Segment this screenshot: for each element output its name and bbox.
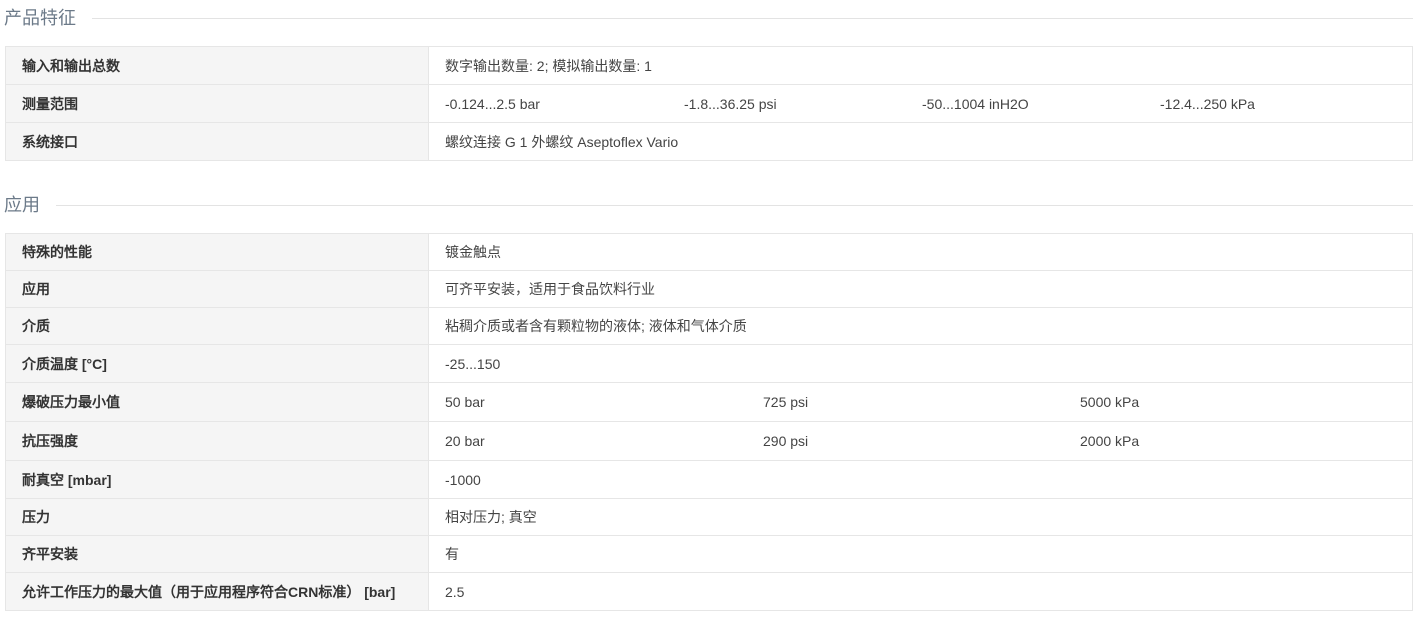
row-value: -1000	[429, 461, 1412, 498]
table-row: 允许工作压力的最大值（用于应用程序符合CRN标准） [bar] 2.5	[6, 573, 1412, 611]
row-value: 2.5	[429, 573, 1412, 610]
features-table: 输入和输出总数 数字输出数量: 2; 模拟输出数量: 1 测量范围 -0.124…	[5, 46, 1413, 161]
table-row: 介质温度 [°C] -25...150	[6, 345, 1412, 383]
table-row: 输入和输出总数 数字输出数量: 2; 模拟输出数量: 1	[6, 47, 1412, 85]
value-cell: -1.8...36.25 psi	[684, 95, 777, 112]
table-row: 特殊的性能 镀金触点	[6, 234, 1412, 271]
value-cell: 5000 kPa	[1080, 394, 1140, 410]
section-title: 应用	[4, 195, 40, 215]
section-divider	[92, 17, 1413, 19]
row-label: 齐平安装	[6, 536, 429, 572]
row-label: 压力	[6, 499, 429, 535]
value-cell: 20 bar	[445, 433, 485, 449]
value-cell: 2000 kPa	[1080, 433, 1140, 449]
row-value: 镀金触点	[429, 234, 1412, 270]
value-cell: 可齐平安装，适用于食品饮料行业	[445, 281, 655, 297]
row-label: 抗压强度	[6, 422, 429, 460]
row-value: 粘稠介质或者含有颗粒物的液体; 液体和气体介质	[429, 308, 1412, 344]
row-value: 有	[429, 536, 1412, 572]
table-row: 测量范围 -0.124...2.5 bar -1.8...36.25 psi -…	[6, 85, 1412, 123]
value-cell: -50...1004 inH2O	[922, 95, 1029, 112]
row-label: 爆破压力最小值	[6, 383, 429, 421]
value-cell: 数字输出数量: 2; 模拟输出数量: 1	[445, 57, 652, 74]
row-value: -0.124...2.5 bar -1.8...36.25 psi -50...…	[429, 85, 1412, 122]
table-row: 系统接口 螺纹连接 G 1 外螺纹 Aseptoflex Vario	[6, 123, 1412, 161]
value-cell: 2.5	[445, 583, 465, 600]
value-cell: 粘稠介质或者含有颗粒物的液体; 液体和气体介质	[445, 318, 747, 334]
row-label: 介质	[6, 308, 429, 344]
value-cell: 镀金触点	[445, 244, 501, 260]
value-cell: 290 psi	[763, 433, 809, 449]
table-row: 介质 粘稠介质或者含有颗粒物的液体; 液体和气体介质	[6, 308, 1412, 345]
row-value: 50 bar 725 psi 5000 kPa	[429, 383, 1412, 421]
row-label: 特殊的性能	[6, 234, 429, 270]
table-row: 抗压强度 20 bar 290 psi 2000 kPa	[6, 422, 1412, 461]
row-label: 介质温度 [°C]	[6, 345, 429, 382]
row-value: 可齐平安装，适用于食品饮料行业	[429, 271, 1412, 307]
value-cell: -25...150	[445, 355, 501, 372]
row-label: 测量范围	[6, 85, 429, 122]
table-row: 压力 相对压力; 真空	[6, 499, 1412, 536]
application-table: 特殊的性能 镀金触点 应用 可齐平安装，适用于食品饮料行业 介质 粘稠介质或者含…	[5, 233, 1413, 611]
row-value: -25...150	[429, 345, 1412, 382]
section-title: 产品特征	[4, 8, 76, 28]
table-row: 耐真空 [mbar] -1000	[6, 461, 1412, 499]
value-cell: -1000	[445, 471, 481, 488]
value-cell: 有	[445, 546, 459, 562]
value-cell: 725 psi	[763, 394, 809, 410]
value-cell: -0.124...2.5 bar	[445, 95, 540, 112]
row-value: 相对压力; 真空	[429, 499, 1412, 535]
row-value: 螺纹连接 G 1 外螺纹 Aseptoflex Vario	[429, 123, 1412, 160]
row-label: 输入和输出总数	[6, 47, 429, 84]
row-value: 20 bar 290 psi 2000 kPa	[429, 422, 1412, 460]
section-header-features: 产品特征	[4, 6, 1413, 30]
table-row: 爆破压力最小值 50 bar 725 psi 5000 kPa	[6, 383, 1412, 422]
row-label: 允许工作压力的最大值（用于应用程序符合CRN标准） [bar]	[6, 573, 429, 610]
value-cell: -12.4...250 kPa	[1160, 95, 1255, 112]
table-row: 应用 可齐平安装，适用于食品饮料行业	[6, 271, 1412, 308]
row-label: 耐真空 [mbar]	[6, 461, 429, 498]
value-cell: 螺纹连接 G 1 外螺纹 Aseptoflex Vario	[445, 133, 679, 150]
row-label: 系统接口	[6, 123, 429, 160]
row-value: 数字输出数量: 2; 模拟输出数量: 1	[429, 47, 1412, 84]
section-header-application: 应用	[4, 193, 1413, 217]
table-row: 齐平安装 有	[6, 536, 1412, 573]
section-divider	[56, 204, 1413, 206]
row-label: 应用	[6, 271, 429, 307]
value-cell: 相对压力; 真空	[445, 509, 537, 525]
value-cell: 50 bar	[445, 394, 485, 410]
